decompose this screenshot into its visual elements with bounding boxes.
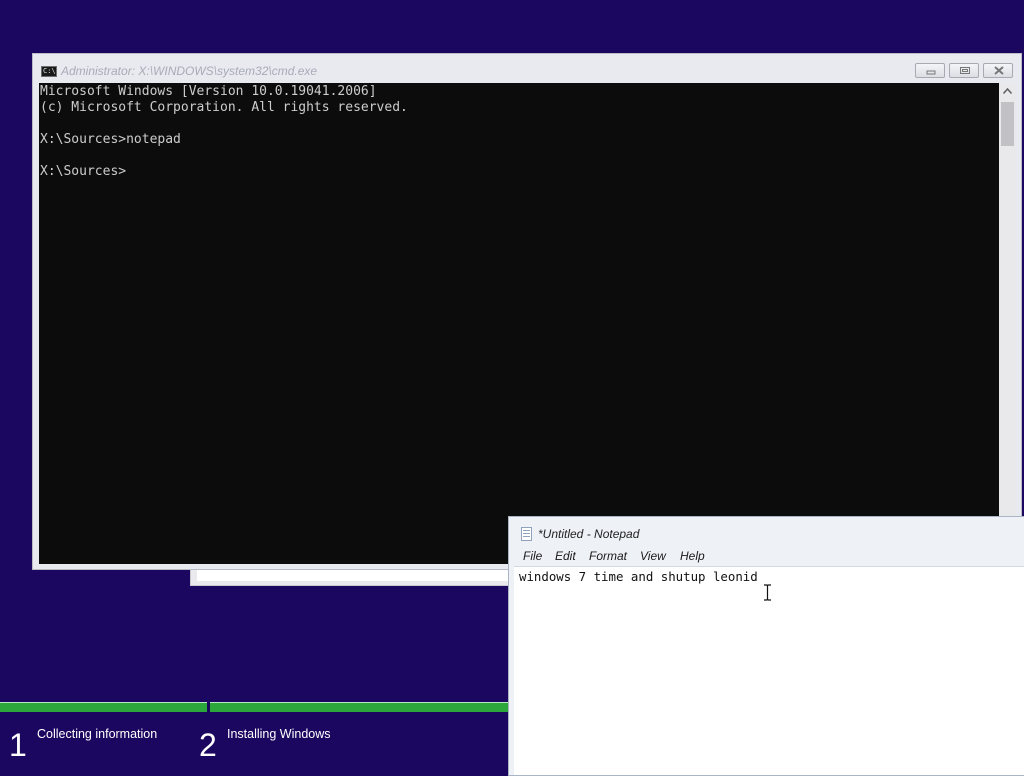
minimize-button[interactable] [915,63,945,78]
maximize-icon [960,67,970,74]
menu-view[interactable]: View [640,549,666,563]
step-number: 2 [199,727,217,763]
console-line: (c) Microsoft Corporation. All rights re… [40,100,408,115]
cmd-titlebar[interactable]: C:\. Administrator: X:\WINDOWS\system32\… [33,54,1021,84]
scroll-up-icon [1003,88,1012,94]
cmd-scrollbar[interactable] [999,83,1016,564]
notepad-window-title: *Untitled - Notepad [538,527,640,541]
notepad-menubar: File Edit Format View Help [515,546,1024,566]
console-prompt[interactable]: X:\Sources> [40,164,408,180]
notepad-window[interactable]: *Untitled - Notepad File Edit Format Vie… [508,516,1024,776]
console-line: Microsoft Windows [Version 10.0.19041.20… [40,84,377,99]
step-label: Collecting information [37,727,158,741]
console-line: X:\Sources>notepad [40,132,181,147]
notepad-content: windows 7 time and shutup leonid [519,569,758,584]
menu-help[interactable]: Help [680,549,705,563]
step-number: 1 [9,727,27,763]
step-label: Installing Windows [227,727,331,741]
progress-segment-2 [210,702,510,712]
cmd-icon: C:\. [41,66,57,77]
notepad-icon [521,527,532,541]
cmd-window[interactable]: C:\. Administrator: X:\WINDOWS\system32\… [32,53,1022,570]
close-icon [994,66,1004,75]
scroll-up-button[interactable] [999,83,1016,100]
menu-file[interactable]: File [523,549,542,563]
cmd-window-title: Administrator: X:\WINDOWS\system32\cmd.e… [61,64,318,78]
text-cursor-icon [764,584,771,601]
minimize-icon [926,70,936,75]
scroll-thumb[interactable] [1001,102,1014,146]
progress-segment-1 [0,702,207,712]
maximize-button[interactable] [949,63,979,78]
close-button[interactable] [983,63,1013,78]
menu-format[interactable]: Format [589,549,627,563]
console-output: Microsoft Windows [Version 10.0.19041.20… [40,84,408,180]
cmd-console[interactable]: Microsoft Windows [Version 10.0.19041.20… [39,83,999,564]
menu-edit[interactable]: Edit [555,549,576,563]
